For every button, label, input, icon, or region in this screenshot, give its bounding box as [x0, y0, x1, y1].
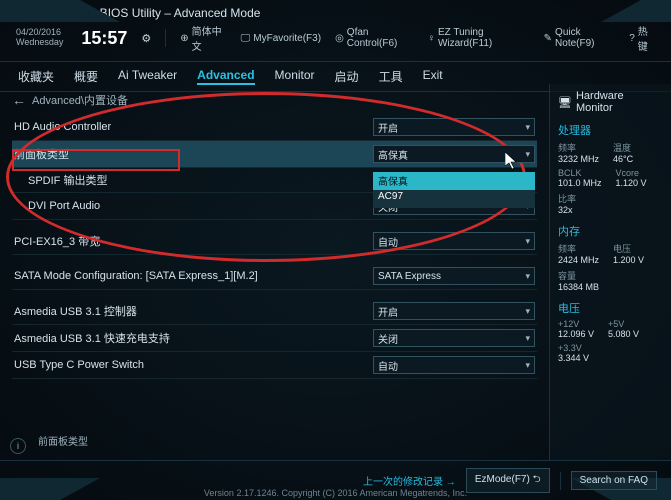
setting-row[interactable]: Asmedia USB 3.1 快速充电支持 关闭▾ [12, 325, 537, 352]
hotkeys-button[interactable]: ? 热键 [629, 23, 655, 53]
chevron-down-icon: ▾ [525, 271, 530, 282]
setting-row[interactable]: HD Audio Controller 开启▾ [12, 114, 537, 141]
setting-row[interactable]: USB Type C Power Switch 自动▾ [12, 352, 537, 379]
date-display: 04/20/2016Wednesday [16, 28, 63, 48]
app-title: UEFI BIOS Utility – Advanced Mode [69, 6, 260, 20]
setting-dropdown[interactable]: 高保真▾ [373, 145, 535, 163]
setting-dropdown[interactable]: 自动▾ [373, 232, 535, 250]
ezmode-button[interactable]: EzMode(F7) ⮌ [466, 468, 550, 493]
setting-label: USB Type C Power Switch [14, 359, 144, 371]
setting-label: 前面板类型 [14, 146, 69, 162]
chevron-down-icon: ▾ [525, 122, 530, 133]
setting-row[interactable]: Asmedia USB 3.1 控制器 开启▾ [12, 298, 537, 325]
dropdown-option[interactable]: 高保真 [373, 172, 535, 190]
qfan-button[interactable]: ◎ Qfan Control(F6) [335, 27, 413, 49]
version-text: Version 2.17.1246. Copyright (C) 2016 Am… [204, 488, 467, 498]
hw-mem-head: 内存 [558, 223, 663, 239]
chevron-down-icon: ▾ [525, 360, 530, 371]
tab-monitor[interactable]: Monitor [275, 68, 315, 85]
setting-dropdown[interactable]: 关闭▾ [373, 329, 535, 347]
setting-label: PCI-EX16_3 带宽 [14, 233, 100, 249]
tab-exit[interactable]: Exit [423, 68, 443, 85]
setting-label: Asmedia USB 3.1 控制器 [14, 303, 137, 319]
ez-tuning-button[interactable]: ♀ EZ Tuning Wizard(F11) [427, 27, 529, 49]
clock-display: 15:57 [81, 28, 127, 49]
tab-工具[interactable]: 工具 [379, 68, 403, 85]
search-faq-button[interactable]: Search on FAQ [571, 471, 657, 490]
chevron-down-icon: ▾ [525, 333, 530, 344]
language-switch[interactable]: ⊕ 简体中文 [180, 23, 226, 53]
quicknote-button[interactable]: ✎ Quick Note(F9) [544, 27, 616, 49]
setting-label: DVI Port Audio [14, 200, 100, 212]
chevron-down-icon: ▾ [525, 306, 530, 317]
setting-label: SATA Mode Configuration: [SATA Express_1… [14, 270, 258, 282]
setting-row[interactable]: PCI-EX16_3 带宽 自动▾ [12, 228, 537, 255]
info-icon: i [10, 438, 26, 454]
tab-ai-tweaker[interactable]: Ai Tweaker [118, 68, 177, 85]
setting-dropdown[interactable]: 开启▾ [373, 118, 535, 136]
hw-monitor-title: 🖥 Hardware Monitor [558, 90, 663, 114]
last-modified-link[interactable]: 上一次的修改记录 → [363, 473, 456, 488]
chevron-down-icon: ▾ [525, 236, 530, 247]
tab-启动[interactable]: 启动 [335, 68, 359, 85]
setting-row[interactable]: 前面板类型 高保真▾ [12, 141, 537, 168]
myfavorite-button[interactable]: 🖵 MyFavorite(F3) [241, 33, 321, 44]
setting-label: SPDIF 输出类型 [14, 172, 107, 188]
setting-row[interactable]: SATA Mode Configuration: [SATA Express_1… [12, 263, 537, 290]
setting-dropdown[interactable]: 开启▾ [373, 302, 535, 320]
hw-cpu-head: 处理器 [558, 122, 663, 138]
tab-advanced[interactable]: Advanced [197, 68, 254, 85]
breadcrumb: Advanced\内置设备 [32, 92, 128, 108]
setting-label: Asmedia USB 3.1 快速充电支持 [14, 330, 170, 346]
dropdown-option[interactable]: AC97 [373, 190, 535, 208]
tab-概要[interactable]: 概要 [74, 68, 98, 85]
setting-dropdown[interactable]: SATA Express▾ [373, 267, 535, 285]
setting-description: 前面板类型 [34, 427, 92, 454]
hw-volt-head: 电压 [558, 300, 663, 316]
brand-logo: /SUS [16, 4, 59, 21]
gear-icon[interactable]: ⚙ [141, 32, 151, 45]
chevron-down-icon: ▾ [525, 149, 530, 160]
back-icon[interactable]: ← [12, 92, 26, 108]
tab-收藏夹[interactable]: 收藏夹 [18, 68, 54, 85]
setting-label: HD Audio Controller [14, 121, 111, 133]
setting-dropdown[interactable]: 自动▾ [373, 356, 535, 374]
